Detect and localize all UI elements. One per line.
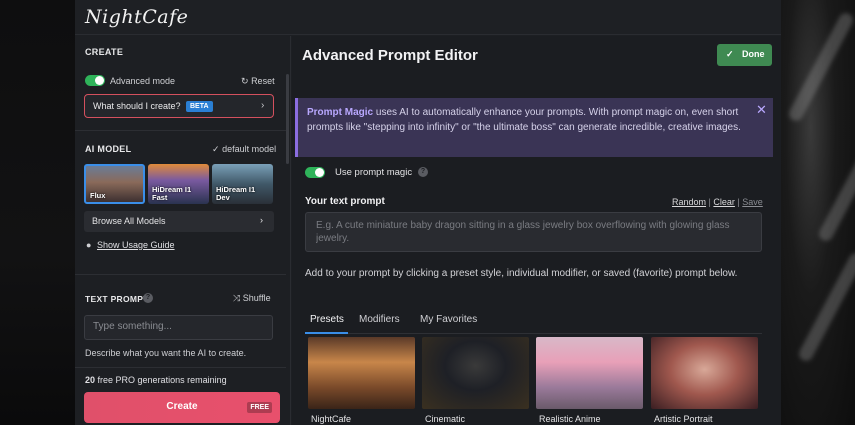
preset-label: Realistic Anime	[539, 414, 601, 424]
text-prompt-field[interactable]	[84, 315, 273, 340]
chevron-right-icon: ›	[261, 100, 265, 111]
close-icon[interactable]: ✕	[756, 102, 767, 118]
clear-link[interactable]: Clear	[713, 197, 735, 207]
pro-generations-status: 20 free PRO generations remaining	[85, 375, 227, 385]
reset-icon: ↻	[241, 76, 249, 86]
preset-label: Cinematic	[425, 414, 466, 424]
tab-modifiers[interactable]: Modifiers	[359, 314, 400, 325]
preset-card-nightcafe[interactable]	[308, 337, 415, 409]
preset-card-realistic-anime[interactable]	[536, 337, 643, 409]
beta-badge: BETA	[186, 101, 213, 112]
reset-button[interactable]: ↻ Reset	[241, 76, 275, 87]
model-card-hidream-dev[interactable]: HiDream I1 Dev	[212, 164, 273, 204]
app-window: NightCafe CREATE Advanced mode ↻ Reset W…	[75, 0, 781, 425]
check-icon: ✓	[212, 144, 220, 154]
help-icon[interactable]: ?	[418, 167, 428, 177]
prompt-magic-banner: Prompt Magic uses AI to automatically en…	[295, 98, 773, 157]
suggest-label: What should I create?	[93, 101, 181, 111]
tab-presets[interactable]: Presets	[310, 314, 344, 325]
model-card-flux[interactable]: Flux	[84, 164, 145, 204]
preset-card-cinematic[interactable]	[422, 337, 529, 409]
pro-remaining-label: free PRO generations remaining	[97, 375, 227, 385]
help-icon[interactable]: ?	[143, 293, 153, 303]
chevron-right-icon: ›	[260, 215, 263, 225]
sidebar-scrollbar[interactable]	[286, 74, 289, 164]
prompt-textarea-box[interactable]	[305, 212, 762, 252]
pro-count: 20	[85, 375, 96, 385]
create-sidebar: CREATE Advanced mode ↻ Reset What should…	[75, 36, 291, 425]
lightbulb-icon: ●	[86, 240, 92, 250]
use-prompt-magic-label: Use prompt magic	[335, 167, 413, 178]
model-label: HiDream I1 Dev	[216, 185, 256, 202]
divider	[75, 274, 286, 275]
prompt-tabs: Presets Modifiers My Favorites	[305, 311, 762, 334]
free-badge: FREE	[247, 402, 272, 413]
background-left	[0, 0, 75, 425]
done-label: Done	[742, 49, 765, 59]
show-usage-guide-link[interactable]: Show Usage Guide	[97, 240, 175, 250]
text-prompt-input[interactable]	[93, 321, 263, 332]
done-button[interactable]: ✓ Done	[717, 44, 772, 66]
model-label: Flux	[90, 191, 106, 200]
editor-title: Advanced Prompt Editor	[302, 47, 478, 64]
model-card-hidream-fast[interactable]: HiDream I1 Fast	[148, 164, 209, 204]
nightcafe-logo[interactable]: NightCafe	[85, 6, 188, 28]
what-should-i-create-button[interactable]: What should I create? BETA ›	[84, 94, 274, 118]
preset-card-artistic-portrait[interactable]	[651, 337, 758, 409]
banner-title: Prompt Magic	[307, 107, 374, 118]
preset-label: NightCafe	[311, 414, 352, 424]
text-prompt-label: Your text prompt	[305, 196, 385, 207]
advanced-prompt-editor: Advanced Prompt Editor ✓ Done Prompt Mag…	[292, 36, 781, 425]
text-prompt-title: TEXT PROMPT	[85, 294, 149, 304]
shuffle-button[interactable]: ⤨ Shuffle	[233, 293, 271, 304]
prompt-textarea[interactable]	[316, 219, 751, 249]
prompt-magic-toggle[interactable]	[305, 167, 325, 178]
shuffle-icon: ⤨	[233, 293, 241, 303]
random-link[interactable]: Random	[672, 197, 706, 207]
ai-model-title: AI MODEL	[85, 144, 132, 154]
advanced-mode-label: Advanced mode	[110, 76, 176, 86]
top-bar: NightCafe	[75, 0, 781, 35]
default-model-toggle[interactable]: ✓ default model	[212, 144, 276, 155]
active-tab-indicator	[305, 332, 348, 334]
model-label: HiDream I1 Fast	[152, 185, 192, 202]
browse-models-label: Browse All Models	[92, 216, 166, 226]
banner-text: Prompt Magic uses AI to automatically en…	[307, 105, 747, 135]
banner-body: uses AI to automatically enhance your pr…	[307, 107, 741, 133]
browse-all-models-button[interactable]: Browse All Models ›	[84, 211, 274, 232]
advanced-mode-toggle[interactable]	[85, 75, 105, 86]
add-prompt-description: Add to your prompt by clicking a preset …	[305, 268, 738, 279]
check-icon: ✓	[726, 49, 734, 59]
divider	[75, 130, 286, 131]
text-prompt-help: Describe what you want the AI to create.	[85, 348, 247, 358]
tab-my-favorites[interactable]: My Favorites	[420, 314, 477, 325]
create-button[interactable]: Create FREE	[84, 392, 280, 423]
create-title: CREATE	[85, 47, 124, 57]
background-right	[781, 0, 855, 425]
save-link[interactable]: Save	[742, 197, 763, 207]
prompt-actions: Random | Clear | Save	[672, 197, 763, 207]
preset-label: Artistic Portrait	[654, 414, 713, 424]
divider	[75, 367, 286, 368]
